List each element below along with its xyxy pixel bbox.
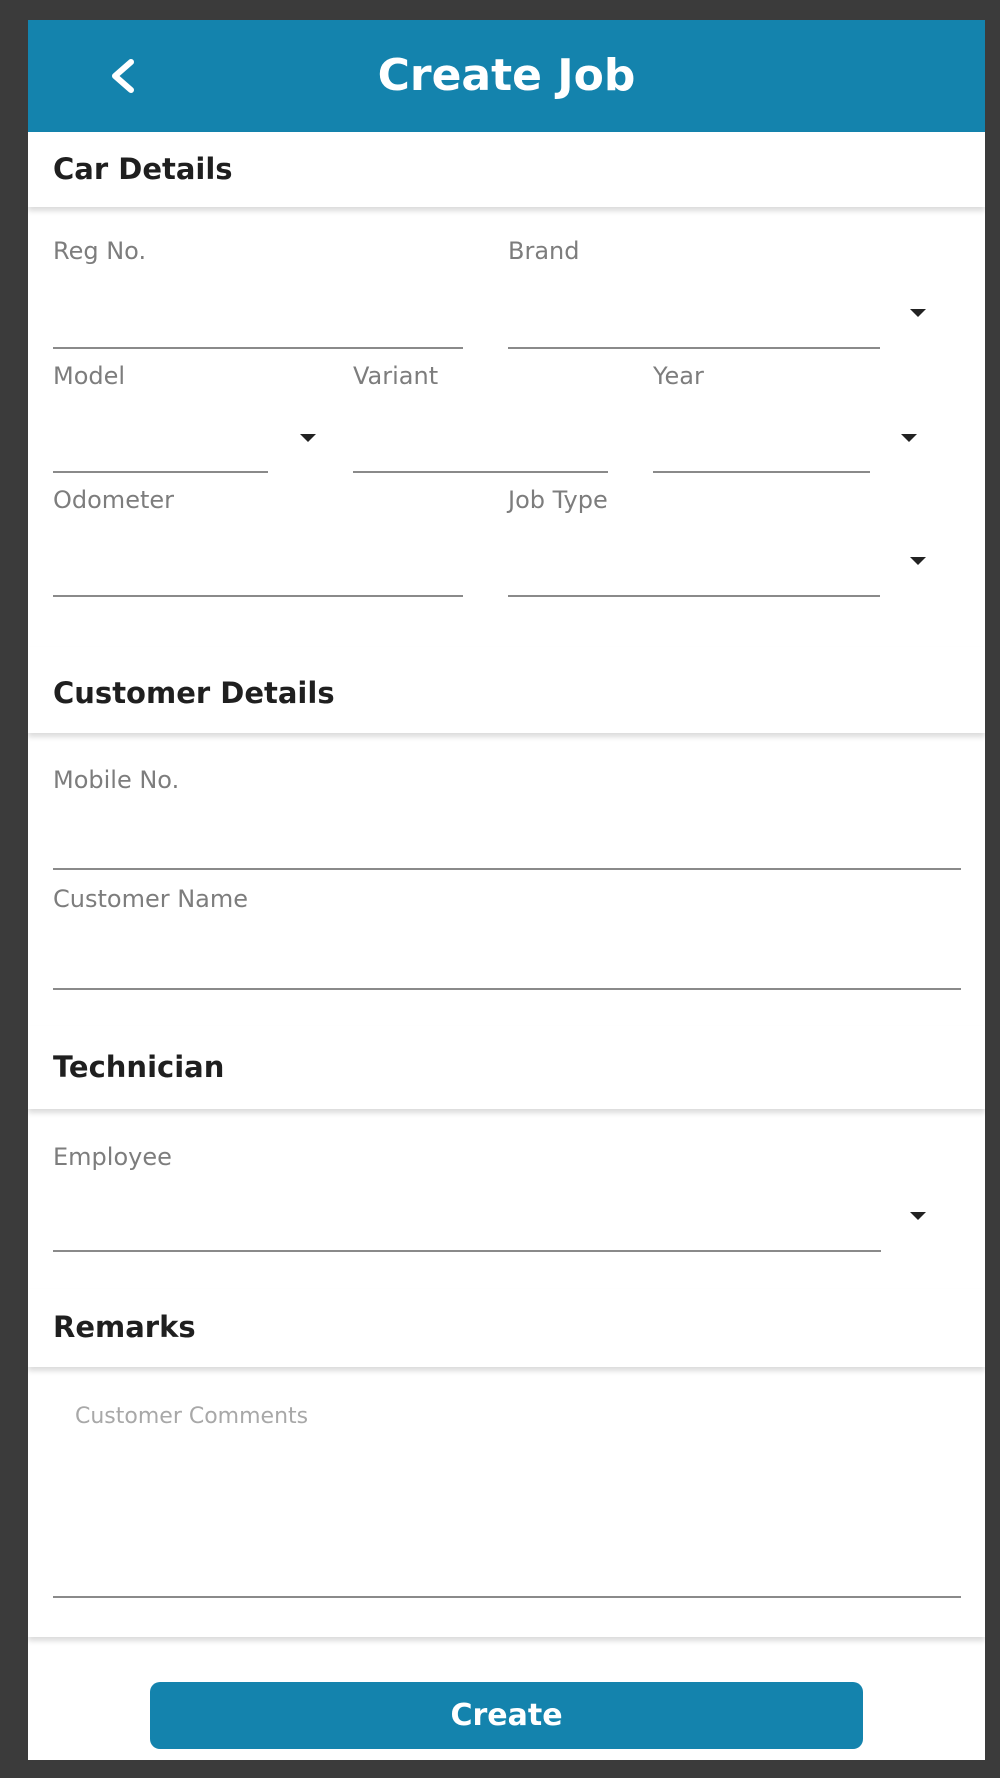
model-dropdown-arrow-icon[interactable] bbox=[300, 434, 316, 442]
job-type-select[interactable] bbox=[508, 595, 880, 597]
chevron-left-icon bbox=[112, 59, 134, 93]
reg-no-label: Reg No. bbox=[53, 237, 147, 265]
customer-comments-placeholder: Customer Comments bbox=[75, 1404, 309, 1429]
variant-label: Variant bbox=[353, 362, 439, 390]
year-label: Year bbox=[653, 362, 704, 390]
customer-details-section: Mobile No. Customer Name bbox=[28, 733, 985, 1026]
employee-select[interactable] bbox=[53, 1250, 881, 1252]
page-title: Create Job bbox=[377, 50, 636, 101]
remarks-section: Customer Comments bbox=[28, 1367, 985, 1637]
technician-header: Technician bbox=[28, 1026, 985, 1109]
employee-dropdown-arrow-icon[interactable] bbox=[910, 1212, 926, 1220]
brand-label: Brand bbox=[508, 237, 580, 265]
job-type-dropdown-arrow-icon[interactable] bbox=[910, 557, 926, 565]
odometer-input[interactable] bbox=[53, 595, 463, 597]
car-details-header: Car Details bbox=[28, 132, 985, 207]
app-bar: Create Job bbox=[28, 20, 985, 132]
model-label: Model bbox=[53, 362, 126, 390]
year-select[interactable] bbox=[653, 471, 870, 473]
create-button[interactable]: Create bbox=[150, 1682, 863, 1749]
remarks-header: Remarks bbox=[28, 1289, 985, 1367]
customer-name-input[interactable] bbox=[53, 988, 961, 990]
customer-name-label: Customer Name bbox=[53, 885, 249, 913]
employee-label: Employee bbox=[53, 1143, 172, 1171]
remarks-title: Remarks bbox=[53, 1310, 196, 1344]
back-button[interactable] bbox=[86, 40, 158, 112]
mobile-no-label: Mobile No. bbox=[53, 766, 180, 794]
car-details-title: Car Details bbox=[53, 152, 233, 186]
year-dropdown-arrow-icon[interactable] bbox=[901, 434, 917, 442]
brand-select[interactable] bbox=[508, 347, 880, 349]
car-details-section: Reg No. Brand Model Variant Year Odomete… bbox=[28, 207, 985, 647]
brand-dropdown-arrow-icon[interactable] bbox=[910, 309, 926, 317]
technician-title: Technician bbox=[53, 1050, 225, 1084]
variant-input[interactable] bbox=[353, 471, 608, 473]
technician-section: Employee bbox=[28, 1109, 985, 1289]
reg-no-input[interactable] bbox=[53, 347, 463, 349]
model-select[interactable] bbox=[53, 471, 268, 473]
odometer-label: Odometer bbox=[53, 486, 174, 514]
customer-comments-textarea[interactable] bbox=[53, 1367, 961, 1598]
customer-details-header: Customer Details bbox=[28, 647, 985, 733]
job-type-label: Job Type bbox=[508, 486, 608, 514]
create-job-screen: Create Job Car Details Reg No. Brand Mod… bbox=[28, 20, 985, 1760]
mobile-no-input[interactable] bbox=[53, 868, 961, 870]
customer-details-title: Customer Details bbox=[53, 676, 335, 710]
